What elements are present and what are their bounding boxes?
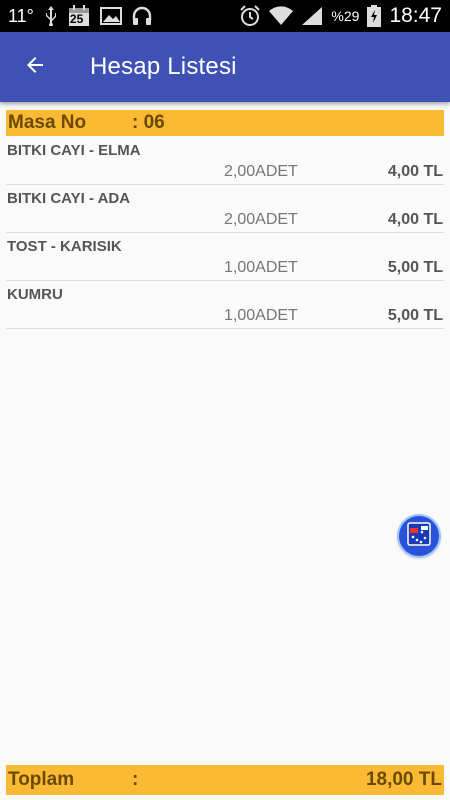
list-item[interactable]: BITKI CAYI - ADA 2,00ADET 4,00 TL xyxy=(6,186,444,233)
list-item[interactable]: TOST - KARISIK 1,00ADET 5,00 TL xyxy=(6,234,444,281)
item-price: 4,00 TL xyxy=(387,163,443,180)
status-bar: 11° 25 %29 18:47 xyxy=(0,0,450,32)
item-quantity: 2,00ADET xyxy=(224,211,298,228)
page-title: Hesap Listesi xyxy=(90,53,237,80)
table-number-value: : 06 xyxy=(132,112,165,133)
image-icon xyxy=(99,7,122,25)
app-bar: Hesap Listesi xyxy=(0,32,450,102)
battery-charging-icon xyxy=(367,5,382,27)
app-logo-icon xyxy=(404,519,434,554)
calendar-day: 25 xyxy=(69,12,84,26)
item-price: 5,00 TL xyxy=(387,259,443,276)
item-quantity: 1,00ADET xyxy=(224,307,298,324)
total-separator: : xyxy=(132,769,139,790)
back-button[interactable] xyxy=(0,32,70,102)
item-price: 4,00 TL xyxy=(387,211,443,228)
item-name: KUMRU xyxy=(7,286,63,303)
item-quantity: 1,00ADET xyxy=(224,259,298,276)
item-name: BITKI CAYI - ELMA xyxy=(7,142,141,159)
total-amount: 18,00 TL xyxy=(365,769,442,790)
list-item[interactable]: KUMRU 1,00ADET 5,00 TL xyxy=(6,282,444,329)
table-number-label: Masa No xyxy=(8,112,87,133)
arrow-left-icon xyxy=(23,53,47,82)
table-number-header: Masa No : 06 xyxy=(6,110,444,136)
total-footer: Toplam : 18,00 TL xyxy=(6,765,444,795)
item-name: TOST - KARISIK xyxy=(7,238,122,255)
signal-icon xyxy=(301,6,323,26)
calendar-icon: 25 xyxy=(68,5,90,27)
wifi-icon xyxy=(269,6,294,26)
item-quantity: 2,00ADET xyxy=(224,163,298,180)
headphones-icon xyxy=(132,6,152,26)
temperature-indicator: 11° xyxy=(8,5,34,26)
bill-item-list: BITKI CAYI - ELMA 2,00ADET 4,00 TL BITKI… xyxy=(6,138,444,330)
item-price: 5,00 TL xyxy=(387,307,443,324)
usb-icon xyxy=(44,6,58,26)
clock: 18:47 xyxy=(389,4,442,27)
total-label: Toplam xyxy=(8,769,75,790)
battery-percent: %29 xyxy=(331,8,360,24)
alarm-icon xyxy=(239,5,261,27)
list-item[interactable]: BITKI CAYI - ELMA 2,00ADET 4,00 TL xyxy=(6,138,444,185)
item-name: BITKI CAYI - ADA xyxy=(7,190,131,207)
floating-app-button[interactable] xyxy=(399,516,439,556)
